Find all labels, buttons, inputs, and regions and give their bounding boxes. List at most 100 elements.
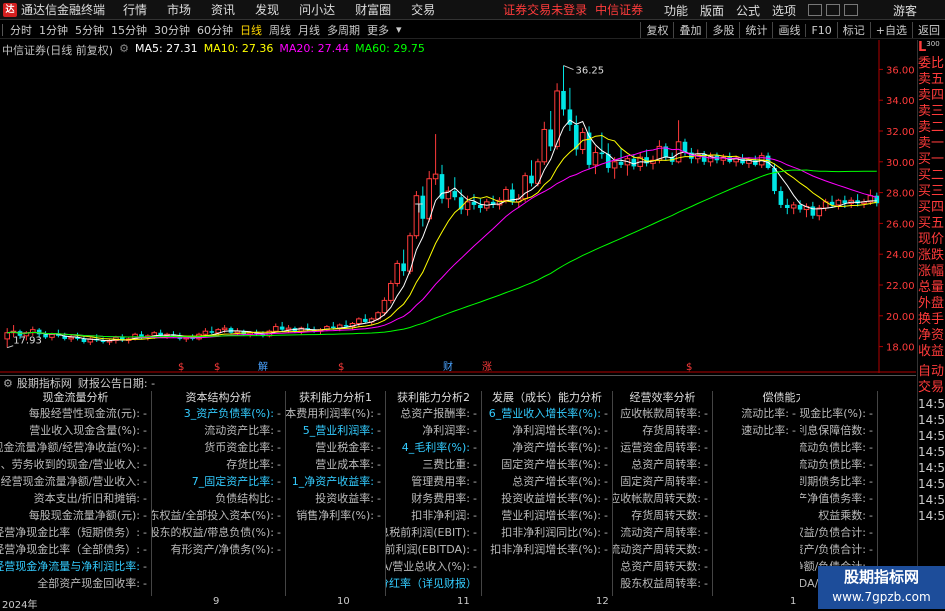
quote-item[interactable]: 委比 [918,56,945,72]
fund-row[interactable]: 股东的权益/负债合计:- [800,524,873,541]
period-monthly[interactable]: 月线 [298,22,320,38]
fund-row[interactable]: 固定资产周转率: - [620,473,708,490]
period-60min[interactable]: 60分钟 [197,22,233,38]
fund-row[interactable]: 1_净资产收益率: - [292,473,381,490]
fund-row[interactable]: 总资产增长率(%): - [512,473,608,490]
multi-stock-button[interactable]: 多股 [706,22,739,38]
fund-row[interactable]: 经营净现金比率（短期债务）: - [0,524,147,541]
fund-row[interactable]: 息税折旧摊销前利润(EBITDA):- [386,541,477,558]
menu-layout[interactable]: 版面 [700,2,724,19]
fund-row[interactable]: 总资产周转率: - [631,456,708,473]
login-warning[interactable]: 证券交易未登录 [503,1,587,18]
back-button[interactable]: 返回 [912,22,945,38]
fund-row[interactable]: 流动资产比率: - [204,422,281,439]
quote-item[interactable]: 涨跌 [918,248,945,264]
quote-item[interactable]: 交易 [918,380,945,396]
fund-row[interactable]: 速动比率: - [741,422,796,439]
fund-row[interactable]: 营业成本率: - [315,456,381,473]
fund-row[interactable]: 营业利润增长率(%): - [501,507,608,524]
menu-wealth[interactable]: 财富圈 [355,1,391,18]
quote-item[interactable]: 卖四 [918,88,945,104]
quote-item[interactable]: 买五 [918,216,945,232]
quote-item[interactable]: 买四 [918,200,945,216]
fund-row[interactable]: 净资产增长率(%): - [512,439,608,456]
fund-row[interactable]: 8_分红率（详见财报） [386,575,477,592]
fund-row[interactable]: 销售商品、劳务收到的现金/营业收入:- [0,456,147,473]
quote-item[interactable]: 涨幅 [918,264,945,280]
quote-item[interactable]: 总量 [918,280,945,296]
dropdown-arrow-icon[interactable]: ▾ [396,23,402,36]
fund-row[interactable]: 成本费用利润率(%):- [286,405,381,422]
minimize-icon[interactable] [808,4,823,16]
fund-row[interactable]: 固定资产增长率(%): - [501,456,608,473]
fund-row[interactable]: 营业收入现金含量(%): - [29,422,147,439]
menu-function[interactable]: 功能 [664,2,688,19]
fund-source[interactable]: 股期指标网 [17,375,72,391]
quote-item[interactable]: 买二 [918,168,945,184]
quote-item[interactable]: 卖一 [918,136,945,152]
menu-options[interactable]: 选项 [772,2,796,19]
fund-row[interactable]: 财务费用率: - [411,490,477,507]
quote-item[interactable]: 14:5 [918,476,945,492]
fund-row[interactable]: 净利润增长率(%): - [512,422,608,439]
fund-row[interactable]: 投资收益增长率(%): - [501,490,608,507]
fund-row[interactable]: 流动比率: - [741,405,796,422]
menu-trade[interactable]: 交易 [411,1,435,18]
fund-row[interactable]: 7_固定资产比率: - [192,473,281,490]
fund-row[interactable]: 资本支出/折旧和摊销: - [34,490,147,507]
fund-row[interactable]: 每股经营性现金流(元): - [29,405,147,422]
menu-market[interactable]: 市场 [167,1,191,18]
adjust-button[interactable]: 复权 [640,22,673,38]
fund-row[interactable]: 权益乘数: - [818,507,873,524]
quote-item[interactable]: 外盘 [918,296,945,312]
fund-row[interactable]: 应收帐款周转率: - [620,405,708,422]
stats-button[interactable]: 统计 [739,22,772,38]
fund-row[interactable]: 有形资产/净债务(%): - [171,541,281,558]
fund-row[interactable]: 股东的权益/带息负债(%): - [152,524,281,541]
fund-row[interactable]: 有形资产净值债务率:- [800,490,873,507]
quote-item[interactable]: 14:5 [918,508,945,524]
period-intraday[interactable]: 分时 [10,22,32,38]
fund-row[interactable]: EBITDA/营业总收入(%):- [386,558,477,575]
period-1min[interactable]: 1分钟 [39,22,68,38]
menu-ask[interactable]: 问小达 [299,1,335,18]
fund-row[interactable]: 股东权益周转率: - [620,575,708,592]
quote-item[interactable]: 14:5 [918,460,945,476]
menu-news[interactable]: 资讯 [211,1,235,18]
mark-button[interactable]: 标记 [836,22,870,38]
fund-row[interactable]: 管理费用率: - [411,473,477,490]
fund-row[interactable]: 存货周转率: - [642,422,708,439]
period-15min[interactable]: 15分钟 [111,22,147,38]
period-30min[interactable]: 30分钟 [154,22,190,38]
fund-row[interactable]: 营业税金率: - [315,439,381,456]
gear-icon[interactable]: ⚙ [3,377,13,390]
fund-row[interactable]: 3_资产负债率(%): - [184,405,281,422]
fund-row[interactable]: 每股现金流量净额(元): - [29,507,147,524]
draw-line-button[interactable]: 画线 [772,22,805,38]
quote-item[interactable]: 净资 [918,328,945,344]
fund-row[interactable]: 经营现金流量净额/经营净收益(%):- [0,439,147,456]
fund-row[interactable]: 非流动负债比率:- [800,439,873,456]
menu-quotes[interactable]: 行情 [123,1,147,18]
fund-row[interactable]: 总资产报酬率: - [400,405,477,422]
fund-row[interactable]: 2_经营现金净流量与净利润比率:- [0,558,147,575]
kline-svg[interactable]: 18.00 20.00 22.00 24.00 26.00 28.00 30.00 32.00… [0,40,916,373]
quote-item[interactable]: 现价 [918,232,945,248]
fund-row[interactable]: 5_营业利润率: - [303,422,381,439]
period-5min[interactable]: 5分钟 [75,22,104,38]
fund-row[interactable]: 4_毛利率(%): - [402,439,477,456]
fund-row[interactable]: 经营净现金比率（全部债务）: - [0,541,147,558]
fund-row[interactable]: 6_营业收入增长率(%): - [489,405,608,422]
settings-icon[interactable]: ⚙ [119,42,129,58]
fund-row[interactable]: 流动资产周转天数: - [613,541,708,558]
fund-row[interactable]: 流动资产周转率: - [620,524,708,541]
fund-row[interactable]: 负债结构比: - [215,490,281,507]
fund-row[interactable]: 扣非净利润同比(%): - [501,524,608,541]
fund-row[interactable]: 扣非净利润增长率(%): - [490,541,608,558]
quote-item[interactable]: 卖五 [918,72,945,88]
period-multi[interactable]: 多周期 [327,22,360,38]
fund-row[interactable]: 流动负债比率: - [800,456,873,473]
quote-item[interactable]: 卖三 [918,104,945,120]
fund-row[interactable]: 现金比率(%): - [800,405,873,422]
fund-row[interactable]: 现金到期债务比率:- [800,473,873,490]
